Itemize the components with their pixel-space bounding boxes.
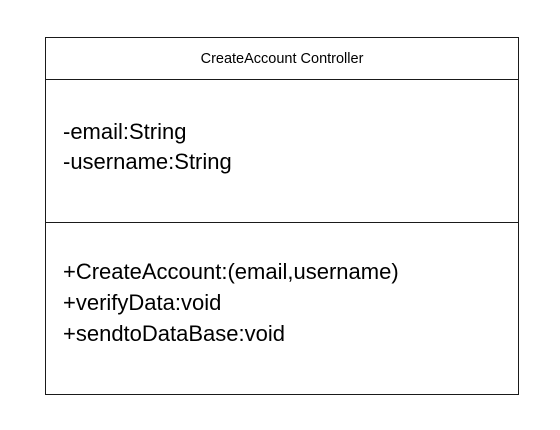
method-create-account: +CreateAccount:(email,username) — [63, 259, 399, 284]
class-name: CreateAccount Controller — [200, 50, 364, 67]
method-send-to-database: +sendtoDataBase:void — [63, 321, 285, 346]
methods-compartment: +CreateAccount:(email,username) +verifyD… — [46, 223, 518, 349]
uml-class-box: CreateAccount Controller -email:String -… — [45, 37, 519, 395]
class-name-compartment: CreateAccount Controller — [46, 38, 518, 80]
attribute-username: -username:String — [63, 149, 232, 174]
method-verify-data: +verifyData:void — [63, 290, 222, 315]
attributes-compartment: -email:String -username:String — [46, 80, 518, 223]
attribute-email: -email:String — [63, 119, 187, 144]
